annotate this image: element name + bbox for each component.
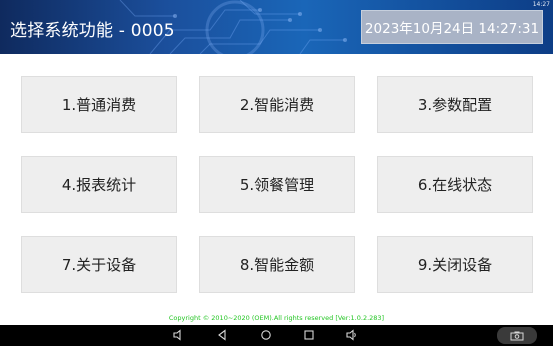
page-title: 选择系统功能 - 0005	[10, 21, 175, 41]
menu-button-meal-pickup-management[interactable]: 5.领餐管理	[199, 156, 355, 213]
menu-button-normal-consume[interactable]: 1.普通消费	[21, 76, 177, 133]
back-icon[interactable]	[215, 328, 229, 342]
header-bar: 选择系统功能 - 0005 2023年10月24日 14:27:31	[0, 0, 553, 54]
status-bar-time: 14:27	[532, 1, 550, 8]
menu-button-about-device[interactable]: 7.关于设备	[21, 236, 177, 293]
volume-down-icon[interactable]	[172, 328, 186, 342]
menu-button-smart-consume[interactable]: 2.智能消费	[199, 76, 355, 133]
volume-up-icon[interactable]	[345, 328, 359, 342]
menu-button-smart-amount[interactable]: 8.智能金额	[199, 236, 355, 293]
screenshot-icon	[510, 331, 524, 340]
recents-icon[interactable]	[302, 328, 316, 342]
copyright-text: Copyright © 2010~2020 (OEM).All rights r…	[168, 314, 385, 322]
screenshot-button[interactable]	[497, 327, 537, 344]
menu-button-shutdown-device[interactable]: 9.关闭设备	[377, 236, 533, 293]
home-icon[interactable]	[259, 328, 273, 342]
menu-button-parameter-config[interactable]: 3.参数配置	[377, 76, 533, 133]
menu-button-online-status[interactable]: 6.在线状态	[377, 156, 533, 213]
system-navigation-bar	[0, 325, 553, 346]
datetime-display: 2023年10月24日 14:27:31	[361, 10, 543, 44]
menu-button-report-statistics[interactable]: 4.报表统计	[21, 156, 177, 213]
